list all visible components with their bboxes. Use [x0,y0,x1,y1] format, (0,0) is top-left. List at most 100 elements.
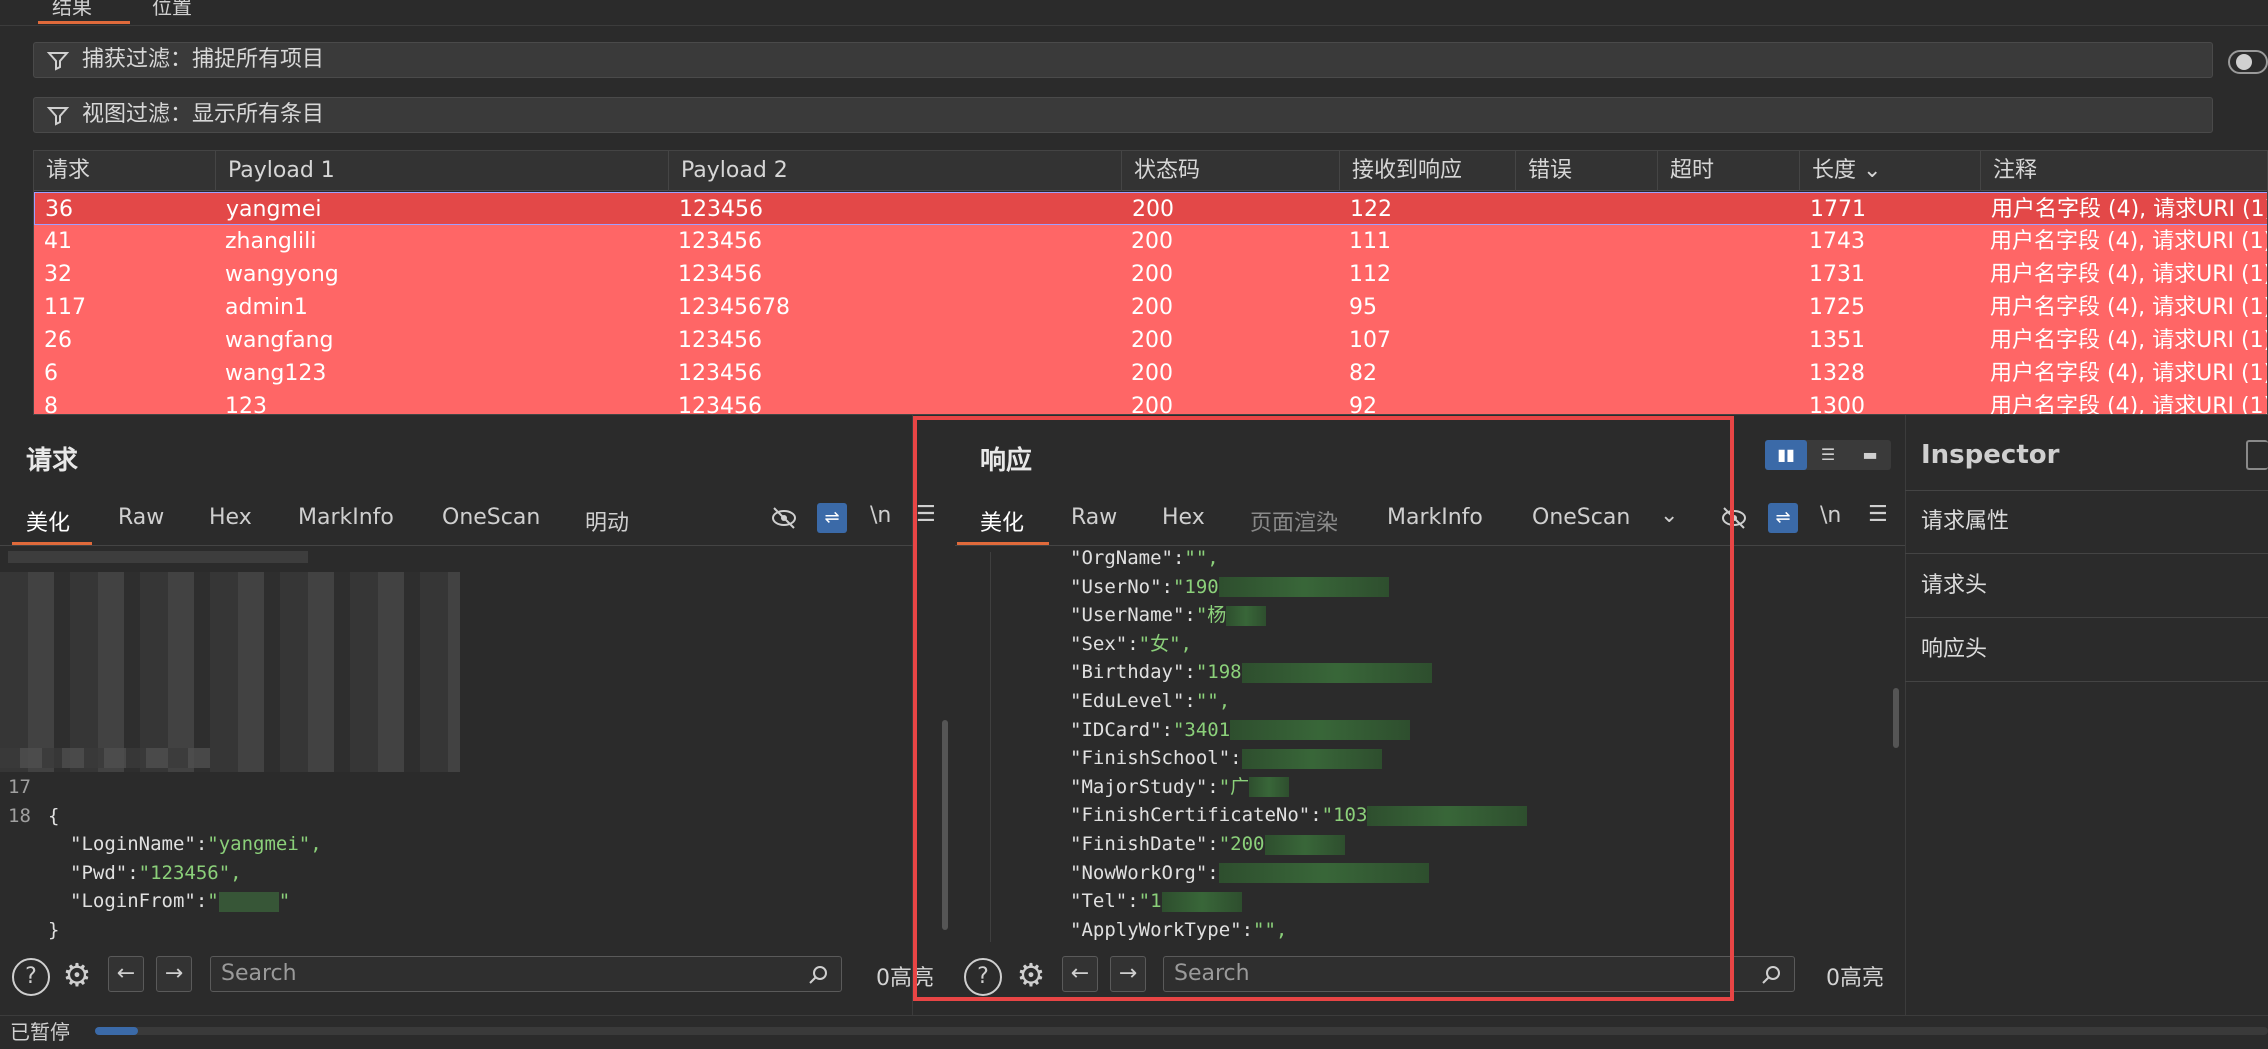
newline-toggle[interactable]: \n [870,503,891,528]
search-icon [1762,966,1780,984]
table-cell: 1731 [1809,262,1865,287]
status-text: 已暂停 [10,1020,70,1044]
col-payload1[interactable]: Payload 1 [215,151,668,191]
tab-results[interactable]: 结果 [38,0,130,24]
table-cell: 200 [1131,229,1173,254]
table-cell: wang123 [225,361,327,386]
table-cell: 32 [44,262,72,287]
table-cell [1515,291,1657,324]
col-payload2[interactable]: Payload 2 [668,151,1121,191]
table-cell: 123456 [678,229,762,254]
json-close-brace: } [48,919,60,941]
req-tab-hex[interactable]: Hex [209,505,252,530]
table-cell: 用户名字段 (4), 请求URI (1) [1990,394,2268,415]
newline-toggle[interactable]: \n [1820,503,1841,528]
col-received[interactable]: 接收到响应 [1339,151,1515,191]
table-cell: 1351 [1809,328,1865,353]
table-row[interactable]: 8 123 123456 200 92 1300 用户名字段 (4), 请求URI (1) [34,390,2268,415]
table-cell: 1725 [1809,295,1865,320]
results-table: 请求 Payload 1 Payload 2 状态码 接收到响应 错误 超时 长… [33,150,2268,415]
table-cell: 用户名字段 (4), 请求URI (1) [1990,262,2268,287]
table-cell: 6 [44,361,58,386]
table-cell: 用户名字段 (4), 请求URI (1) [1990,295,2268,320]
next-arrow-icon[interactable]: → [156,956,192,992]
gear-icon[interactable]: ⚙ [58,956,96,994]
table-cell [1515,258,1657,291]
annotation-highlight-box [913,416,1734,1001]
layout-columns-icon[interactable]: ▮▮ [1765,440,1807,470]
table-row[interactable]: 26 wangfang 123456 200 107 1351 用户名字段 (4), 请求U… [34,324,2267,357]
view-filter-label: 视图过滤：显示所有条目 [82,102,325,127]
hide-eye-icon[interactable] [770,504,798,532]
table-cell: 用户名字段 (4), 请求URI (1) [1990,361,2268,386]
req-tab-raw[interactable]: Raw [118,505,164,530]
inspector-request-headers[interactable]: 请求头 [1905,554,2268,618]
table-row[interactable]: 32 wangyong 123456 200 112 1731 用户名字段 (4), 请求U… [34,258,2268,291]
table-cell [1657,258,1799,291]
tab-positions[interactable]: 位置 [152,0,222,24]
wrap-toggle-icon[interactable]: ⇌ [1768,503,1798,533]
table-row[interactable]: 36 yangmei 123456 200 122 1771 用户名字段 (4), 请求UR… [34,192,2268,226]
capture-filter-bar[interactable]: 捕获过滤：捕捉所有项目 [33,42,2213,78]
col-error[interactable]: 错误 [1515,151,1657,191]
col-status[interactable]: 状态码 [1121,151,1339,191]
req-tab-pretty[interactable]: 美化 [26,505,70,537]
layout-single-icon[interactable]: ▬ [1849,440,1891,470]
table-cell [1657,390,1799,414]
view-filter-bar[interactable]: 视图过滤：显示所有条目 [33,97,2213,133]
wrap-toggle-icon[interactable]: ⇌ [817,503,847,533]
filter-icon [46,107,70,126]
col-timeout[interactable]: 超时 [1657,151,1799,191]
table-cell: zhanglili [225,229,317,254]
json-key: "LoginName" [70,833,196,855]
table-cell: 200 [1131,361,1173,386]
line-number: 17 [8,776,31,798]
progress-bar [95,1027,2268,1035]
table-cell [1516,193,1658,226]
table-cell: 92 [1349,394,1377,415]
req-search-input[interactable]: Search [210,956,842,992]
table-cell: 123456 [678,262,762,287]
table-row[interactable]: 41 zhanglili 123456 200 111 1743 用户名字段 (4), 请求… [34,225,2267,258]
table-cell: 1328 [1809,361,1865,386]
inspector-title: Inspector [1921,440,2060,470]
inspector-request-attributes[interactable]: 请求属性 [1905,490,2268,554]
table-row[interactable]: 117 admin1 12345678 200 95 1725 用户名字段 (4), 请求U… [34,291,2268,324]
req-tab-onescan[interactable]: OneScan [442,505,540,530]
col-length[interactable]: 长度 ⌄ [1799,151,1980,191]
layout-rows-icon[interactable]: ☰ [1807,440,1849,470]
table-cell: 200 [1132,197,1174,222]
resp-highlight-count: 0高亮 [1826,966,1884,991]
prev-arrow-icon[interactable]: ← [108,956,144,992]
inspector-response-headers[interactable]: 响应头 [1905,618,2268,682]
line-number: 18 [8,805,31,827]
table-cell: 200 [1131,328,1173,353]
resp-menu-icon[interactable]: ☰ [1868,502,1888,527]
table-cell: 用户名字段 (4), 请求URI (1) [1991,197,2268,222]
search-icon [809,966,827,984]
json-line-loginname: "LoginName":"yangmei", [70,833,322,855]
progress-bar-fill [95,1027,139,1035]
table-cell: 26 [44,328,72,353]
blurred-content [8,551,308,563]
table-cell: 1771 [1810,197,1866,222]
table-cell: 112 [1349,262,1391,287]
req-tab-markinfo[interactable]: MarkInfo [298,505,394,530]
table-cell: 123456 [678,328,762,353]
col-request[interactable]: 请求 [34,151,215,191]
resp-scrollbar[interactable] [1893,688,1899,748]
table-header: 请求 Payload 1 Payload 2 状态码 接收到响应 错误 超时 长… [34,151,2267,191]
table-cell: yangmei [226,197,322,222]
help-icon[interactable]: ? [12,958,50,996]
filter-icon [46,52,70,71]
table-cell [1515,225,1657,258]
inspector-collapse-icon[interactable] [2246,440,2268,470]
table-cell: 111 [1349,229,1391,254]
table-cell: 107 [1349,328,1391,353]
table-cell: 200 [1131,295,1173,320]
table-cell: 12345678 [678,295,790,320]
col-comment[interactable]: 注释 [1980,151,2267,191]
req-tab-mingdong[interactable]: 明动 [585,505,629,537]
json-key: "Pwd" [70,862,128,884]
table-row[interactable]: 6 wang123 123456 200 82 1328 用户名字段 (4), 请求URI … [34,357,2268,390]
